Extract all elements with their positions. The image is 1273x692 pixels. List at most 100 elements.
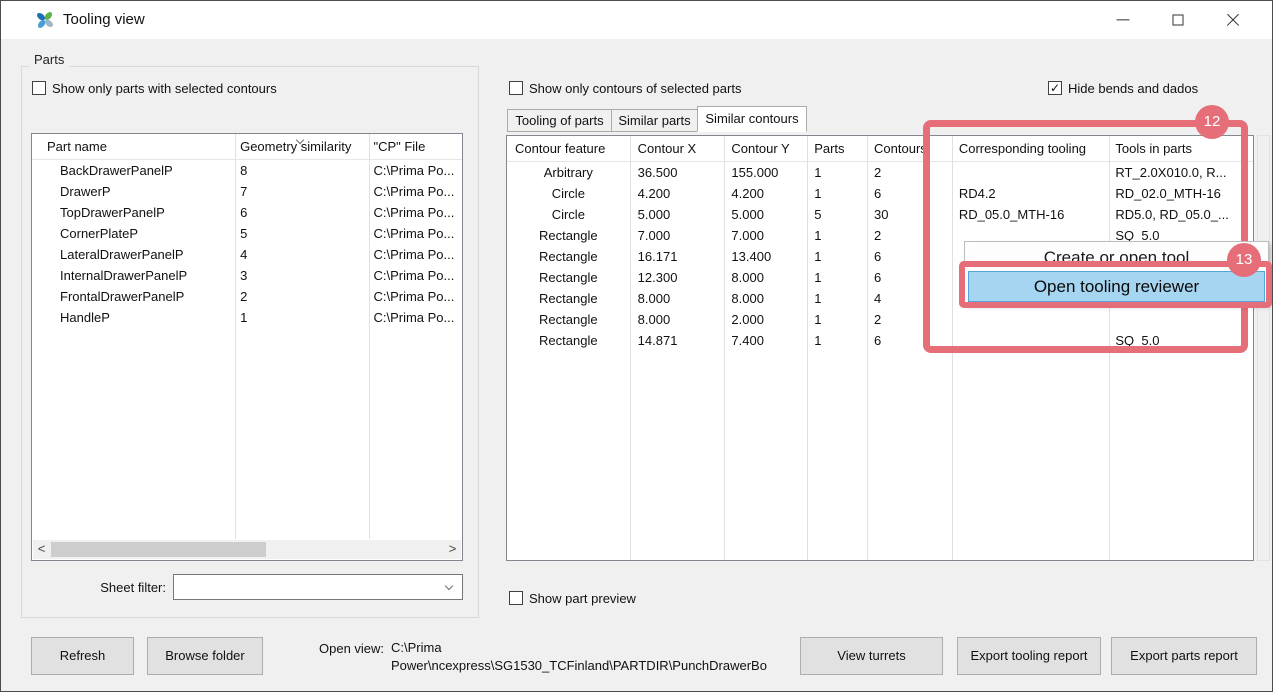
table-cell: 1 xyxy=(806,162,866,183)
table-row[interactable]: FrontalDrawerPanelP2C:\Prima Po... xyxy=(32,286,462,307)
close-button[interactable] xyxy=(1210,1,1256,39)
column-header-contour-y[interactable]: Contour Y xyxy=(723,136,806,161)
table-cell: 14.871 xyxy=(630,330,724,351)
show-part-preview-checkbox[interactable] xyxy=(509,591,523,605)
annotation-badge-12: 12 xyxy=(1195,105,1229,139)
column-divider xyxy=(867,136,868,560)
hide-bends-label: Hide bends and dados xyxy=(1068,81,1198,96)
table-cell: FrontalDrawerPanelP xyxy=(32,286,234,307)
table-row[interactable]: DrawerP7C:\Prima Po... xyxy=(32,181,462,202)
table-cell: 1 xyxy=(806,246,866,267)
table-cell: 7.000 xyxy=(723,225,806,246)
title-bar: Tooling view xyxy=(1,1,1272,39)
table-cell: 4 xyxy=(234,244,367,265)
column-divider xyxy=(807,136,808,560)
table-cell: 7.000 xyxy=(630,225,724,246)
refresh-button[interactable]: Refresh xyxy=(31,637,134,675)
table-row[interactable]: InternalDrawerPanelP3C:\Prima Po... xyxy=(32,265,462,286)
maximize-button[interactable] xyxy=(1155,1,1201,39)
scroll-left-icon[interactable]: < xyxy=(33,540,50,559)
table-cell: LateralDrawerPanelP xyxy=(32,244,234,265)
table-row[interactable]: HandleP1C:\Prima Po... xyxy=(32,307,462,328)
table-cell: 8.000 xyxy=(723,267,806,288)
sheet-filter-combobox[interactable] xyxy=(173,574,463,600)
table-cell: Circle xyxy=(507,204,630,225)
vertical-scrollbar[interactable] xyxy=(1257,135,1270,561)
table-cell: C:\Prima Po... xyxy=(367,307,462,328)
table-cell: C:\Prima Po... xyxy=(367,286,462,307)
show-only-parts-checkbox[interactable] xyxy=(32,81,46,95)
table-cell: Arbitrary xyxy=(507,162,630,183)
tab-tooling-of-parts[interactable]: Tooling of parts xyxy=(507,109,612,132)
scrollbar-thumb[interactable] xyxy=(51,542,266,557)
table-cell: Rectangle xyxy=(507,267,630,288)
chevron-down-icon xyxy=(445,582,453,590)
table-cell: Rectangle xyxy=(507,288,630,309)
annotation-rect-13 xyxy=(959,261,1272,308)
table-cell: 7.400 xyxy=(723,330,806,351)
table-cell: 4.200 xyxy=(723,183,806,204)
table-cell: 1 xyxy=(806,225,866,246)
show-only-parts-label: Show only parts with selected contours xyxy=(52,81,277,96)
table-cell: 2 xyxy=(234,286,367,307)
column-divider xyxy=(630,136,631,560)
table-cell: C:\Prima Po... xyxy=(367,265,462,286)
table-row[interactable]: CornerPlateP5C:\Prima Po... xyxy=(32,223,462,244)
hide-bends-checkbox[interactable]: ✓ xyxy=(1048,81,1062,95)
table-row[interactable]: LateralDrawerPanelP4C:\Prima Po... xyxy=(32,244,462,265)
table-cell: 1 xyxy=(806,330,866,351)
table-cell: CornerPlateP xyxy=(32,223,234,244)
open-view-label: Open view: xyxy=(319,641,384,656)
parts-table-body: BackDrawerPanelP8C:\Prima Po...DrawerP7C… xyxy=(32,160,462,328)
table-cell: 5 xyxy=(234,223,367,244)
table-cell: 1 xyxy=(806,183,866,204)
column-header-part-name[interactable]: Part name xyxy=(32,134,234,159)
column-header-contour-feature[interactable]: Contour feature xyxy=(507,136,630,161)
show-only-contours-label: Show only contours of selected parts xyxy=(529,81,741,96)
show-part-preview-label: Show part preview xyxy=(529,591,636,606)
table-cell: 8.000 xyxy=(630,309,724,330)
sheet-filter-label: Sheet filter: xyxy=(61,580,166,595)
table-cell: InternalDrawerPanelP xyxy=(32,265,234,286)
table-cell: 12.300 xyxy=(630,267,724,288)
table-cell: TopDrawerPanelP xyxy=(32,202,234,223)
table-cell: 8.000 xyxy=(630,288,724,309)
table-cell: Circle xyxy=(507,183,630,204)
table-cell: 8.000 xyxy=(723,288,806,309)
tab-similar-contours[interactable]: Similar contours xyxy=(697,106,807,132)
parts-table-header[interactable]: Part name Geometry similarity "CP" File xyxy=(32,134,462,160)
column-header-cp-file[interactable]: "CP" File xyxy=(367,134,462,159)
parts-table[interactable]: Part name Geometry similarity "CP" File … xyxy=(31,133,463,561)
minimize-button[interactable] xyxy=(1100,1,1146,39)
scroll-right-icon[interactable]: > xyxy=(444,540,461,559)
table-cell: C:\Prima Po... xyxy=(367,181,462,202)
browse-folder-button[interactable]: Browse folder xyxy=(147,637,263,675)
table-cell: 36.500 xyxy=(630,162,724,183)
tab-similar-parts[interactable]: Similar parts xyxy=(611,109,698,132)
table-cell: C:\Prima Po... xyxy=(367,223,462,244)
table-cell: Rectangle xyxy=(507,330,630,351)
column-header-parts[interactable]: Parts xyxy=(806,136,866,161)
table-cell: 1 xyxy=(806,288,866,309)
table-cell: C:\Prima Po... xyxy=(367,160,462,181)
show-only-contours-checkbox[interactable] xyxy=(509,81,523,95)
checkmark-icon: ✓ xyxy=(1050,81,1060,95)
window-title: Tooling view xyxy=(63,1,145,39)
view-turrets-button[interactable]: View turrets xyxy=(800,637,943,675)
column-header-contour-x[interactable]: Contour X xyxy=(630,136,724,161)
table-cell: Rectangle xyxy=(507,309,630,330)
table-cell: HandleP xyxy=(32,307,234,328)
table-row[interactable]: BackDrawerPanelP8C:\Prima Po... xyxy=(32,160,462,181)
table-row[interactable]: TopDrawerPanelP6C:\Prima Po... xyxy=(32,202,462,223)
table-cell: 5.000 xyxy=(630,204,724,225)
export-parts-report-button[interactable]: Export parts report xyxy=(1111,637,1257,675)
horizontal-scrollbar[interactable]: < > xyxy=(33,540,461,559)
tooling-view-window: Tooling view Parts Show only parts with … xyxy=(0,0,1273,692)
table-cell: BackDrawerPanelP xyxy=(32,160,234,181)
table-cell: DrawerP xyxy=(32,181,234,202)
table-cell: 8 xyxy=(234,160,367,181)
table-cell: 13.400 xyxy=(723,246,806,267)
export-tooling-report-button[interactable]: Export tooling report xyxy=(957,637,1101,675)
app-icon xyxy=(35,10,55,30)
annotation-rect-12 xyxy=(923,120,1248,353)
